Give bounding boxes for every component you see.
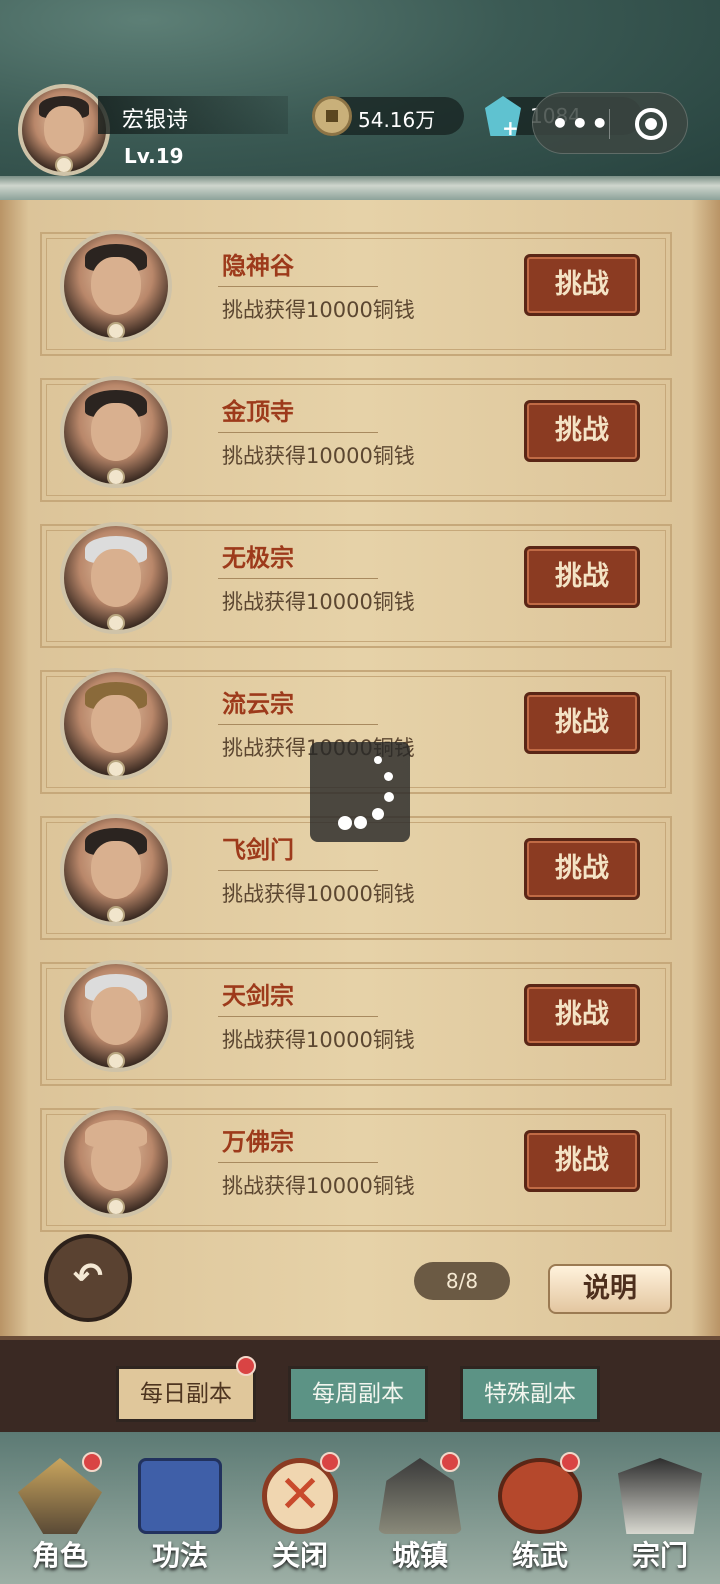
dungeon-reward: 挑战获得10000铜钱 <box>222 298 415 322</box>
divider <box>218 432 378 433</box>
divider <box>218 578 378 579</box>
spinner-dot <box>374 756 382 764</box>
dungeon-title: 隐神谷 <box>222 251 294 280</box>
notification-badge <box>320 1452 340 1472</box>
dungeon-card: 天剑宗 挑战获得10000铜钱 挑战 <box>40 960 672 1086</box>
dungeon-card: 隐神谷 挑战获得10000铜钱 挑战 <box>40 230 672 356</box>
tab-special[interactable]: 特殊副本 <box>460 1366 600 1422</box>
help-button[interactable]: 说明 <box>548 1264 672 1314</box>
tab-weekly[interactable]: 每周副本 <box>288 1366 428 1422</box>
boss-avatar <box>60 668 172 780</box>
spinner-dot <box>384 772 393 781</box>
add-gem-icon[interactable]: + <box>502 116 519 140</box>
tab-daily[interactable]: 每日副本 <box>116 1366 256 1422</box>
dungeon-card: 万佛宗 挑战获得10000铜钱 挑战 <box>40 1106 672 1232</box>
spinner-dot <box>338 816 352 830</box>
divider <box>218 1016 378 1017</box>
nav-label: 功法 <box>151 1539 208 1572</box>
challenge-button[interactable]: 挑战 <box>524 400 640 462</box>
boss-avatar <box>60 1106 172 1218</box>
nav-close[interactable]: ✕ 关闭 <box>240 1450 360 1578</box>
nav-label: 宗门 <box>631 1539 688 1572</box>
spinner-dot <box>372 808 384 820</box>
divider <box>218 870 378 871</box>
dungeon-reward: 挑战获得10000铜钱 <box>222 1028 415 1052</box>
divider <box>218 724 378 725</box>
challenge-button[interactable]: 挑战 <box>524 838 640 900</box>
spinner-dot <box>384 792 394 802</box>
divider <box>218 1162 378 1163</box>
challenge-button[interactable]: 挑战 <box>524 1130 640 1192</box>
back-arrow-icon: ↶ <box>72 1256 104 1297</box>
boss-avatar <box>60 814 172 926</box>
dungeon-title: 金顶寺 <box>222 397 294 426</box>
dungeon-title: 无极宗 <box>222 543 294 572</box>
dungeon-title: 飞剑门 <box>222 835 294 864</box>
page-indicator: 8/8 <box>414 1262 510 1300</box>
avatar-face <box>43 106 85 154</box>
boss-avatar <box>60 230 172 342</box>
nav-training[interactable]: 练武 <box>480 1450 600 1578</box>
nav-sect[interactable]: 宗门 <box>600 1450 720 1578</box>
dungeon-title: 万佛宗 <box>222 1127 294 1156</box>
back-button[interactable]: ↶ <box>44 1234 132 1322</box>
spinner-dot <box>354 816 367 829</box>
dungeon-reward: 挑战获得10000铜钱 <box>222 882 415 906</box>
challenge-button[interactable]: 挑战 <box>524 984 640 1046</box>
dungeon-reward: 挑战获得10000铜钱 <box>222 590 415 614</box>
boss-avatar <box>60 376 172 488</box>
avatar-bead <box>55 156 73 172</box>
notification-badge <box>560 1452 580 1472</box>
nav-character[interactable]: 角色 <box>0 1450 120 1578</box>
dungeon-card: 无极宗 挑战获得10000铜钱 挑战 <box>40 522 672 648</box>
player-name: 宏银诗 <box>98 96 288 134</box>
more-menu-icon[interactable]: ••• <box>551 107 611 140</box>
player-level: Lv.19 <box>124 144 184 168</box>
boss-avatar <box>60 960 172 1072</box>
miniprogram-capsule: ••• <box>532 92 688 154</box>
close-miniprogram-icon[interactable] <box>635 108 667 140</box>
loading-spinner <box>310 742 410 842</box>
notification-badge <box>440 1452 460 1472</box>
nav-label: 关闭 <box>271 1539 328 1572</box>
nav-skills[interactable]: 功法 <box>120 1450 240 1578</box>
dungeon-title: 天剑宗 <box>222 981 294 1010</box>
player-avatar[interactable] <box>18 84 110 176</box>
notification-badge <box>82 1452 102 1472</box>
nav-label: 练武 <box>511 1539 568 1572</box>
dungeon-reward: 挑战获得10000铜钱 <box>222 1174 415 1198</box>
nav-label: 城镇 <box>391 1539 448 1572</box>
dungeon-reward: 挑战获得10000铜钱 <box>222 444 415 468</box>
nav-label: 角色 <box>31 1539 88 1572</box>
nav-town[interactable]: 城镇 <box>360 1450 480 1578</box>
gate-icon <box>618 1458 702 1534</box>
capsule-divider <box>609 109 610 139</box>
notification-badge <box>236 1356 256 1376</box>
dungeon-card: 金顶寺 挑战获得10000铜钱 挑战 <box>40 376 672 502</box>
boss-avatar <box>60 522 172 634</box>
coin-icon <box>312 96 352 136</box>
divider <box>218 286 378 287</box>
dungeon-title: 流云宗 <box>222 689 294 718</box>
challenge-button[interactable]: 挑战 <box>524 254 640 316</box>
challenge-button[interactable]: 挑战 <box>524 692 640 754</box>
challenge-button[interactable]: 挑战 <box>524 546 640 608</box>
book-icon <box>138 1458 222 1534</box>
